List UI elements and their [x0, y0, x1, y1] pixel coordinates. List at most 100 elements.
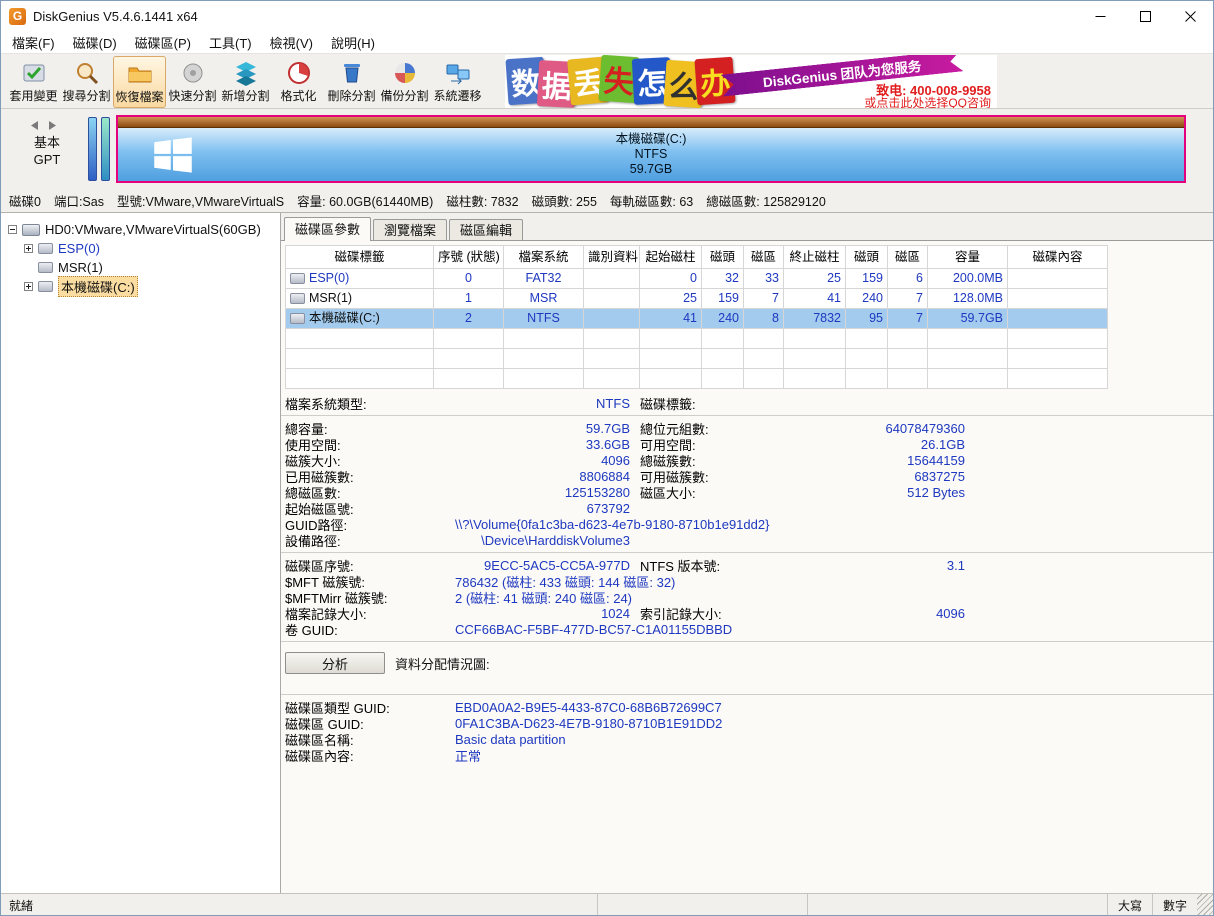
- disk-nav-arrows: [29, 119, 58, 134]
- banner-qq-link[interactable]: 或点击此处选择QQ咨询: [864, 94, 991, 108]
- disk-basic-label: 基本: [34, 135, 60, 150]
- partition-row-c-drive-selected[interactable]: 本機磁碟(C:) 2 NTFS 41 240 8 7832 95 7 59.7G…: [286, 309, 1108, 329]
- next-disk-arrow-icon[interactable]: [47, 119, 58, 134]
- partition-bar-body[interactable]: 本機磁碟(C:) NTFS 59.7GB: [118, 128, 1184, 181]
- toolbar-quick-partition-button[interactable]: 快速分割: [166, 56, 219, 108]
- toolbar-apply-changes-button[interactable]: 套用變更: [7, 56, 60, 108]
- col-header: 終止磁柱: [784, 246, 846, 269]
- toolbar-new-partition-button[interactable]: 新增分割: [219, 56, 272, 108]
- tree-item-c-drive[interactable]: 本機磁碟(C:): [1, 277, 280, 296]
- col-header: 檔案系統: [504, 246, 584, 269]
- disk-info-segment: 總磁區數: 125829120: [706, 191, 826, 210]
- windows-logo-icon: [154, 137, 192, 177]
- collapse-icon[interactable]: [8, 225, 17, 234]
- partition-row-msr[interactable]: MSR(1) 1 MSR 25 159 7 41 240 7 128.0MB: [286, 289, 1108, 309]
- partition-icon: [290, 313, 305, 324]
- app-logo-icon: [9, 8, 26, 25]
- menu-view[interactable]: 檢視(V): [261, 33, 322, 52]
- col-header: 磁區: [744, 246, 784, 269]
- col-header: 磁區: [888, 246, 928, 269]
- partition-table: 磁碟標籤 序號 (狀態) 檔案系統 識別資料 起始磁柱 磁頭 磁區 終止磁柱 磁…: [285, 245, 1108, 389]
- disk-info-segment: 端口:Sas: [54, 191, 104, 210]
- disk-info-segment: 磁碟0: [9, 191, 41, 210]
- disk-type-label: 基本 GPT: [15, 134, 79, 168]
- diskgenius-window: DiskGenius V5.4.6.1441 x64 檔案(F) 磁碟(D) 磁…: [0, 0, 1214, 916]
- status-numlock: 數字: [1152, 894, 1197, 916]
- partition-icon: [290, 293, 305, 304]
- separator: [281, 552, 1213, 553]
- disk-info-segment: 型號:VMware,VMwareVirtualS: [117, 191, 284, 210]
- row-label: 本機磁碟(C:): [309, 309, 380, 328]
- tree-msr-label: MSR(1): [58, 260, 103, 275]
- col-header: 磁頭: [702, 246, 744, 269]
- tab-partition-parameters[interactable]: 磁碟區參數: [284, 217, 371, 241]
- menu-partition[interactable]: 磁碟區(P): [126, 33, 200, 52]
- col-header: 容量: [928, 246, 1008, 269]
- partition-table-wrap: 磁碟標籤 序號 (狀態) 檔案系統 識別資料 起始磁柱 磁頭 磁區 終止磁柱 磁…: [281, 241, 1213, 389]
- col-header: 磁頭: [846, 246, 888, 269]
- close-button[interactable]: [1168, 1, 1213, 31]
- tree-item-disk-hd0[interactable]: HD0:VMware,VMwareVirtualS(60GB): [1, 220, 280, 239]
- harddisk-icon: [22, 224, 40, 236]
- search-icon: [74, 58, 100, 87]
- partition-row-esp[interactable]: ESP(0) 0 FAT32 0 32 33 25 159 6 200.0MB: [286, 269, 1108, 289]
- row-label: ESP(0): [309, 269, 349, 288]
- main-area: HD0:VMware,VMwareVirtualS(60GB) ESP(0) M…: [1, 213, 1213, 893]
- table-empty-row: [286, 329, 1108, 349]
- toolbar-format-button[interactable]: 格式化: [272, 56, 325, 108]
- format-icon: [286, 58, 312, 87]
- prev-disk-arrow-icon[interactable]: [29, 119, 40, 134]
- toolbar-backup-partition-button[interactable]: 備份分割: [378, 56, 431, 108]
- toolbar-delete-partition-button[interactable]: 刪除分割: [325, 56, 378, 108]
- allocation-map: [281, 676, 1213, 690]
- new-partition-icon: [233, 58, 259, 87]
- minimize-button[interactable]: [1078, 1, 1123, 31]
- separator: [281, 641, 1213, 642]
- detail-pane: 磁碟區參數 瀏覽檔案 磁區編輯 磁碟標籤 序號 (狀態) 檔案系統 識別資料 起…: [281, 213, 1213, 893]
- tree-item-msr[interactable]: MSR(1): [1, 258, 280, 277]
- partition-name: 本機磁碟(C:): [616, 132, 687, 147]
- title-bar[interactable]: DiskGenius V5.4.6.1441 x64: [1, 1, 1213, 31]
- expand-icon[interactable]: [24, 282, 33, 291]
- table-header-row: 磁碟標籤 序號 (狀態) 檔案系統 識別資料 起始磁柱 磁頭 磁區 終止磁柱 磁…: [286, 246, 1108, 269]
- analyze-button[interactable]: 分析: [285, 652, 385, 674]
- capacity-gauge: [101, 117, 110, 181]
- backup-partition-icon: [392, 58, 418, 87]
- toolbar-system-migration-button[interactable]: 系統遷移: [431, 56, 484, 108]
- analysis-row: 分析 資料分配情況圖:: [281, 652, 1213, 674]
- tab-browse-files[interactable]: 瀏覽檔案: [373, 219, 447, 240]
- partition-bar-c-drive[interactable]: 本機磁碟(C:) NTFS 59.7GB: [116, 115, 1186, 183]
- resize-grip-icon[interactable]: [1197, 894, 1213, 916]
- tree-item-esp[interactable]: ESP(0): [1, 239, 280, 258]
- tree-esp-label: ESP(0): [58, 241, 100, 256]
- partition-bar-stripe: [118, 117, 1184, 128]
- status-panel: [807, 894, 1107, 916]
- table-empty-row: [286, 369, 1108, 389]
- recover-files-icon: [127, 59, 153, 88]
- partition-icon: [38, 243, 53, 254]
- menu-help[interactable]: 說明(H): [322, 33, 384, 52]
- separator: [281, 694, 1213, 695]
- disk-info-segment: 容量: 60.0GB(61440MB): [297, 191, 433, 210]
- row-label: MSR(1): [309, 289, 352, 308]
- disk-scheme-label: GPT: [34, 152, 61, 167]
- maximize-button[interactable]: [1123, 1, 1168, 31]
- window-controls: [1078, 1, 1213, 31]
- table-empty-row: [286, 349, 1108, 369]
- disk-info-segment: 每軌磁區數: 63: [610, 191, 693, 210]
- delete-partition-icon: [339, 58, 365, 87]
- detail-row-partition-status: 磁碟區內容:正常: [281, 747, 1213, 763]
- disk-info-line: 磁碟0 端口:Sas 型號:VMware,VMwareVirtualS 容量: …: [1, 189, 1213, 213]
- tab-bar: 磁碟區參數 瀏覽檔案 磁區編輯: [281, 213, 1213, 241]
- menu-tools[interactable]: 工具(T): [200, 33, 261, 52]
- expand-icon[interactable]: [24, 244, 33, 253]
- toolbar-search-partition-button[interactable]: 搜尋分割: [60, 56, 113, 108]
- promo-banner[interactable]: 数 据 丢 失 怎 么 办 DiskGenius 团队为您服务 致电: 400-…: [505, 55, 997, 108]
- status-capslock: 大寫: [1107, 894, 1152, 916]
- partition-size: 59.7GB: [630, 162, 672, 177]
- tree-disk-label: HD0:VMware,VMwareVirtualS(60GB): [45, 222, 261, 237]
- menu-disk[interactable]: 磁碟(D): [64, 33, 126, 52]
- toolbar-recover-files-button[interactable]: 恢復檔案: [113, 56, 166, 108]
- menu-file[interactable]: 檔案(F): [3, 33, 64, 52]
- tab-sector-edit[interactable]: 磁區編輯: [449, 219, 523, 240]
